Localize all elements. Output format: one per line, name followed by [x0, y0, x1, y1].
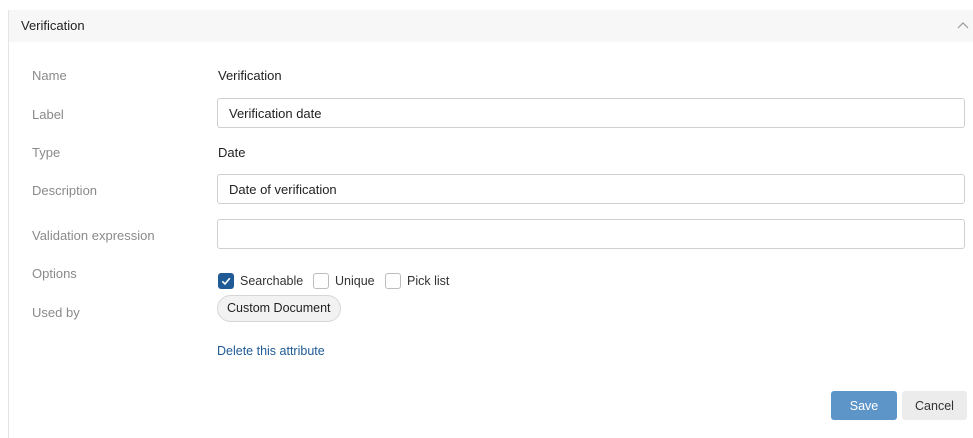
- unique-checkbox[interactable]: [313, 273, 329, 289]
- unique-label: Unique: [335, 274, 375, 288]
- name-label: Name: [32, 68, 67, 83]
- searchable-checkbox[interactable]: [218, 273, 234, 289]
- searchable-label: Searchable: [240, 274, 304, 288]
- validation-expression-label: Validation expression: [32, 228, 155, 243]
- panel-title: Verification: [21, 18, 85, 33]
- pick-list-checkbox[interactable]: [385, 273, 401, 289]
- pick-list-label: Pick list: [407, 274, 450, 288]
- chevron-up-icon[interactable]: [956, 19, 970, 33]
- searchable-option[interactable]: Searchable: [218, 273, 303, 289]
- panel-header[interactable]: Verification: [9, 10, 973, 42]
- validation-expression-input[interactable]: [217, 219, 965, 249]
- name-value: Verification: [218, 68, 282, 83]
- label-input[interactable]: [217, 98, 965, 128]
- label-label: Label: [32, 107, 64, 122]
- used-by-chip[interactable]: Custom Document: [217, 295, 341, 322]
- description-label: Description: [32, 183, 98, 198]
- type-label: Type: [32, 145, 61, 160]
- cancel-button[interactable]: Cancel: [902, 391, 967, 420]
- description-input[interactable]: [217, 174, 965, 204]
- verification-panel: Verification Name Verification Label Typ…: [8, 10, 973, 438]
- unique-option[interactable]: Unique: [313, 273, 375, 289]
- pick-list-option[interactable]: Pick list: [385, 273, 449, 289]
- used-by-label: Used by: [32, 305, 80, 320]
- type-value: Date: [218, 145, 246, 160]
- save-button[interactable]: Save: [831, 391, 897, 420]
- options-label: Options: [32, 266, 77, 281]
- delete-attribute-link[interactable]: Delete this attribute: [217, 344, 325, 358]
- checkmark-icon: [221, 277, 231, 286]
